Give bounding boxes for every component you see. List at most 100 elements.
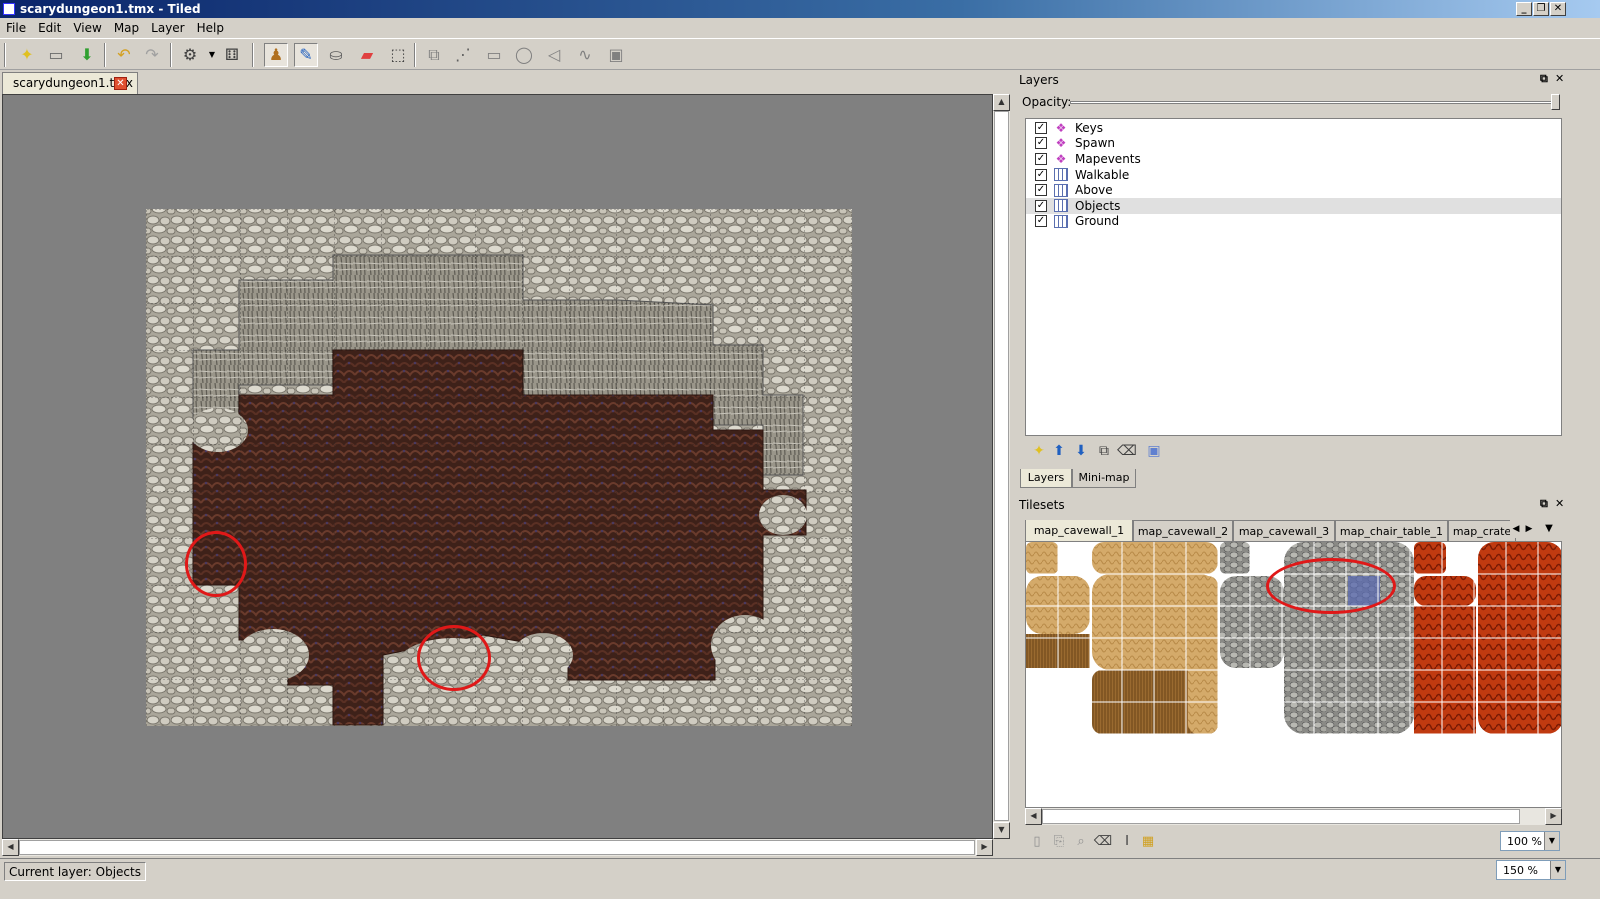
close-panel-icon[interactable]: ✕	[1555, 72, 1564, 85]
undo-icon[interactable]: ↶	[112, 43, 136, 67]
tileset-scroll-thumb[interactable]	[1042, 809, 1520, 824]
layer-row-above[interactable]: ✓ Above	[1026, 182, 1561, 198]
insert-polygon-icon[interactable]: ◁	[542, 43, 566, 67]
duplicate-layer-icon[interactable]: ⧉	[1092, 439, 1116, 463]
menu-file[interactable]: File	[0, 18, 32, 35]
tab-tileset-crate[interactable]: map_crate	[1448, 520, 1516, 541]
layer-row-walkable[interactable]: ✓ Walkable	[1026, 167, 1561, 183]
layer-properties-icon[interactable]: ▣	[1142, 439, 1166, 463]
layer-row-ground[interactable]: ✓ Ground	[1026, 214, 1561, 230]
toolbar-separator	[414, 43, 416, 67]
layer-name: Walkable	[1075, 167, 1130, 182]
minimize-icon[interactable]: _	[1516, 2, 1532, 16]
stamp-brush-icon[interactable]: ♟	[264, 43, 288, 67]
eraser-icon[interactable]: ▰	[355, 43, 379, 67]
tab-layers[interactable]: Layers	[1020, 469, 1072, 488]
document-tab[interactable]: scarydungeon1.tmx ✕	[2, 72, 138, 94]
menu-layer[interactable]: Layer	[145, 18, 190, 35]
layer-row-keys[interactable]: ✓ ❖ Keys	[1026, 120, 1561, 136]
tileset-horizontal-scrollbar[interactable]: ◀ ▶	[1025, 808, 1562, 825]
tileset-tabbar: map_cavewall_1 map_cavewall_2 map_cavewa…	[1023, 520, 1563, 541]
vertical-scroll-thumb[interactable]	[994, 111, 1009, 821]
tab-tileset-cavewall-1[interactable]: map_cavewall_1	[1025, 520, 1133, 541]
scroll-left-icon[interactable]: ◀	[1025, 808, 1042, 825]
layer-visibility-checkbox[interactable]: ✓	[1035, 199, 1047, 212]
menu-view[interactable]: View	[67, 18, 107, 35]
menu-map[interactable]: Map	[108, 18, 145, 35]
scroll-right-icon[interactable]: ▶	[976, 839, 993, 856]
float-panel-icon[interactable]: ⧉	[1540, 497, 1548, 511]
tabs-scroll-right-icon[interactable]: ▶	[1523, 520, 1535, 538]
tileset-view[interactable]	[1025, 541, 1562, 808]
scroll-left-icon[interactable]: ◀	[2, 839, 19, 856]
tileset-image-icon[interactable]: ▦	[1136, 829, 1160, 853]
opacity-slider[interactable]	[1070, 101, 1558, 104]
object-layer-icon: ❖	[1055, 151, 1067, 166]
delete-layer-icon[interactable]: ⌫	[1115, 439, 1139, 463]
open-file-icon[interactable]: ▭	[44, 43, 68, 67]
insert-tile-icon[interactable]: ▣	[604, 43, 628, 67]
scroll-up-icon[interactable]: ▲	[993, 94, 1010, 111]
layer-row-mapevents[interactable]: ✓ ❖ Mapevents	[1026, 151, 1561, 167]
opacity-slider-handle[interactable]	[1551, 94, 1560, 110]
float-panel-icon[interactable]: ⧉	[1540, 72, 1548, 86]
menu-help[interactable]: Help	[191, 18, 230, 35]
highlight-circle-bottom	[417, 625, 491, 691]
import-tileset-icon[interactable]: ⎘	[1047, 829, 1071, 853]
terrain-brush-icon[interactable]: ✎	[294, 43, 318, 67]
map-horizontal-scrollbar[interactable]: ◀ ▶	[2, 839, 993, 856]
scroll-down-icon[interactable]: ▼	[993, 822, 1010, 839]
layer-visibility-checkbox[interactable]: ✓	[1035, 168, 1047, 181]
rectangle-select-icon[interactable]: ⬚	[386, 43, 410, 67]
insert-ellipse-icon[interactable]: ◯	[512, 43, 536, 67]
bucket-fill-icon[interactable]: ⛀	[324, 43, 348, 67]
chevron-down-icon[interactable]: ▼	[1544, 832, 1559, 850]
select-objects-icon[interactable]: ⧉	[422, 43, 446, 67]
redo-icon[interactable]: ↷	[140, 43, 164, 67]
highlight-circle-tileset	[1266, 558, 1396, 614]
new-tileset-icon[interactable]: ▯	[1025, 829, 1049, 853]
tabs-scroll-left-icon[interactable]: ◀	[1510, 520, 1522, 538]
raise-layer-icon[interactable]: ⬆	[1047, 439, 1071, 463]
map-vertical-scrollbar[interactable]: ▲ ▼	[993, 94, 1010, 839]
layer-row-spawn[interactable]: ✓ ❖ Spawn	[1026, 136, 1561, 152]
layer-visibility-checkbox[interactable]: ✓	[1035, 184, 1047, 197]
layer-visibility-checkbox[interactable]: ✓	[1035, 137, 1047, 150]
tab-tileset-chair-table-1[interactable]: map_chair_table_1	[1335, 520, 1448, 541]
tab-tileset-cavewall-3[interactable]: map_cavewall_3	[1233, 520, 1335, 541]
tab-tileset-cavewall-2[interactable]: map_cavewall_2	[1133, 520, 1233, 541]
layer-visibility-checkbox[interactable]: ✓	[1035, 215, 1047, 228]
document-tabbar: scarydungeon1.tmx ✕	[0, 70, 1013, 94]
random-dice-icon[interactable]: ⚅	[220, 43, 244, 67]
tileset-zoom-combo[interactable]: 100 % ▼	[1500, 831, 1560, 851]
menu-edit[interactable]: Edit	[32, 18, 67, 35]
map-canvas[interactable]	[2, 94, 993, 839]
layer-visibility-checkbox[interactable]: ✓	[1035, 121, 1047, 134]
chevron-down-icon[interactable]: ▼	[1550, 861, 1565, 879]
insert-polyline-icon[interactable]: ∿	[573, 43, 597, 67]
close-icon[interactable]: ✕	[1550, 2, 1566, 16]
save-icon[interactable]: ⬇	[75, 43, 99, 67]
highlight-circle-left	[185, 531, 247, 597]
command-icon[interactable]: ⚙	[178, 43, 202, 67]
tileset-menu-icon[interactable]: ▼	[1541, 520, 1557, 538]
close-panel-icon[interactable]: ✕	[1555, 497, 1564, 510]
lower-layer-icon[interactable]: ⬇	[1069, 439, 1093, 463]
map-zoom-combo[interactable]: 150 % ▼	[1496, 860, 1566, 880]
layer-name: Ground	[1075, 214, 1120, 229]
new-map-icon[interactable]: ✦	[15, 43, 39, 67]
restore-icon[interactable]: ❐	[1533, 2, 1549, 16]
horizontal-scroll-thumb[interactable]	[19, 840, 975, 855]
layer-row-objects[interactable]: ✓ Objects	[1026, 197, 1561, 214]
tileset-properties-icon[interactable]: ⌕	[1069, 829, 1093, 853]
layer-visibility-checkbox[interactable]: ✓	[1035, 152, 1047, 165]
delete-tileset-icon[interactable]: ⌫	[1091, 829, 1115, 853]
edit-polygons-icon[interactable]: ⋰	[451, 43, 475, 67]
menu-bar: File Edit View Map Layer Help	[0, 18, 1600, 38]
scroll-right-icon[interactable]: ▶	[1545, 808, 1562, 825]
insert-rectangle-icon[interactable]: ▭	[482, 43, 506, 67]
close-tab-icon[interactable]: ✕	[114, 77, 127, 90]
layers-panel-title: Layers	[1019, 73, 1059, 87]
layer-name: Keys	[1075, 120, 1104, 135]
tab-mini-map[interactable]: Mini-map	[1072, 469, 1136, 488]
